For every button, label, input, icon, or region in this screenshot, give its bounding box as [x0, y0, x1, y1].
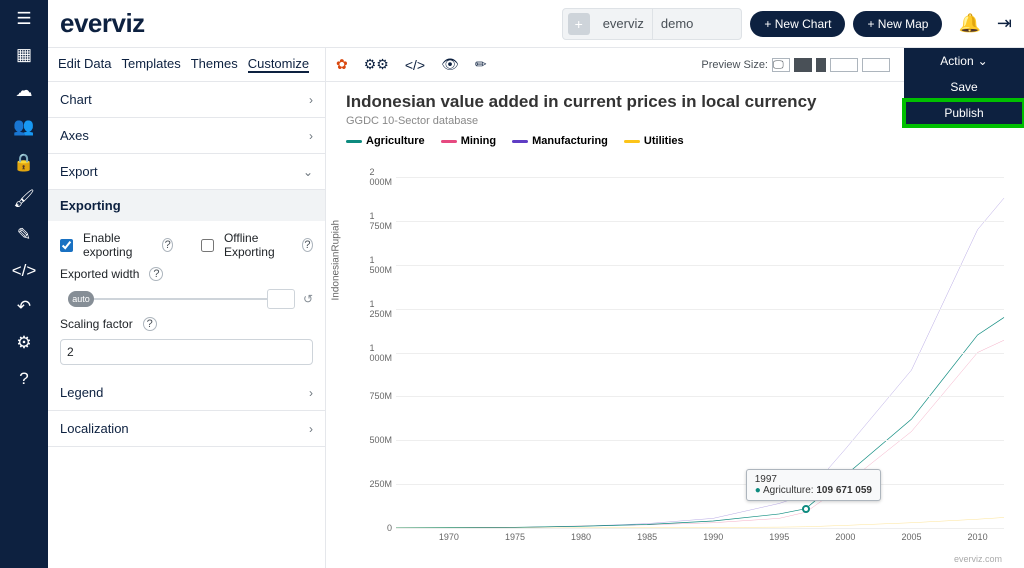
eye-icon[interactable]: 👁 — [441, 56, 459, 73]
chart-area: Indonesian value added in current prices… — [326, 82, 1024, 568]
acc-chart[interactable]: Chart› — [48, 82, 325, 118]
edit-icon[interactable]: ✎ — [13, 224, 35, 246]
offline-exporting-label: Offline Exporting — [224, 231, 292, 259]
tag-a: everviz — [595, 16, 652, 31]
help-icon[interactable]: ? — [13, 368, 35, 390]
chart-tooltip: 1997● Agriculture: 109 671 059 — [746, 469, 881, 501]
enable-exporting-checkbox[interactable] — [60, 239, 73, 252]
data-point-marker — [802, 505, 810, 513]
chevron-down-icon: ⌄ — [303, 165, 313, 179]
sliders-icon[interactable]: ⚙⚙ — [364, 56, 389, 73]
undo-icon[interactable]: ↶ — [13, 296, 35, 318]
action-save[interactable]: Save — [904, 74, 1024, 100]
logo: everviz — [60, 8, 145, 39]
chevron-right-icon: › — [309, 93, 313, 107]
chevron-right-icon: › — [309, 129, 313, 143]
action-menu-toggle[interactable]: Action ⌄ — [904, 48, 1024, 74]
legend-item[interactable]: Utilities — [624, 135, 684, 147]
preview-size-1[interactable] — [794, 58, 812, 72]
action-publish[interactable]: Publish — [904, 100, 1024, 126]
enable-exporting-label: Enable exporting — [83, 231, 152, 259]
exported-width-label: Exported width — [60, 267, 139, 281]
legend-item[interactable]: Mining — [441, 135, 496, 147]
gear-icon[interactable]: ⚙ — [13, 332, 35, 354]
tag-input[interactable]: + everviz demo — [562, 8, 743, 40]
tab-customize[interactable]: Customize — [248, 56, 309, 73]
chevron-right-icon: › — [309, 422, 313, 436]
gear-icon[interactable]: ✿ — [336, 56, 348, 73]
preview-desktop-icon[interactable]: 🖵 — [772, 58, 790, 72]
undo-icon[interactable]: ↺ — [303, 292, 313, 306]
offline-exporting-checkbox[interactable] — [201, 239, 214, 252]
legend-item[interactable]: Agriculture — [346, 135, 425, 147]
tag-b: demo — [653, 16, 702, 31]
slider-handle[interactable]: auto — [68, 291, 94, 307]
hamburger-icon[interactable]: ☰ — [13, 8, 35, 30]
acc-localization[interactable]: Localization› — [48, 411, 325, 447]
pen-icon[interactable]: ✏ — [475, 56, 487, 73]
chart-legend: Agriculture Mining Manufacturing Utilities — [346, 135, 1004, 147]
bell-icon[interactable]: 🔔 — [958, 13, 980, 34]
logout-icon[interactable]: ⇥ — [997, 13, 1012, 34]
topbar: everviz + everviz demo + New Chart + New… — [48, 0, 1024, 48]
scaling-factor-input[interactable]: 2 — [60, 339, 313, 365]
new-map-button[interactable]: + New Map — [853, 11, 942, 37]
tab-edit-data[interactable]: Edit Data — [58, 56, 111, 73]
help-icon[interactable]: ? — [143, 317, 157, 331]
plot-area[interactable]: 0250M500M750M1 000M1 250M1 500M1 750M2 0… — [396, 177, 1004, 528]
action-menu: Action ⌄ Save Publish — [904, 48, 1024, 126]
code-icon[interactable]: </> — [13, 260, 35, 282]
iconbar: ☰ ▦ ☁ 👥 🔒 🖌 ✎ </> ↶ ⚙ ? — [0, 0, 48, 568]
help-icon[interactable]: ? — [149, 267, 163, 281]
brush-icon[interactable]: 🖌 — [13, 188, 35, 210]
subhead-exporting: Exporting — [48, 190, 325, 221]
acc-axes[interactable]: Axes› — [48, 118, 325, 154]
legend-item[interactable]: Manufacturing — [512, 135, 608, 147]
preview-size-2[interactable] — [816, 58, 826, 72]
chevron-right-icon: › — [309, 386, 313, 400]
chart-icon[interactable]: ▦ — [13, 44, 35, 66]
acc-legend[interactable]: Legend› — [48, 375, 325, 411]
lock-icon[interactable]: 🔒 — [13, 152, 35, 174]
code-icon[interactable]: </> — [405, 57, 425, 73]
scaling-factor-label: Scaling factor — [60, 317, 133, 331]
add-tag-icon[interactable]: + — [568, 13, 590, 35]
chart-credit: everviz.com — [954, 554, 1002, 564]
new-chart-button[interactable]: + New Chart — [750, 11, 845, 37]
users-icon[interactable]: 👥 — [13, 116, 35, 138]
help-icon[interactable]: ? — [302, 238, 313, 252]
exported-width-slider[interactable]: auto ↺ — [60, 289, 313, 309]
tab-themes[interactable]: Themes — [191, 56, 238, 73]
chart-canvas: ✿ ⚙⚙ </> 👁 ✏ Preview Size: 🖵 Action ⌄ Sa… — [326, 48, 1024, 568]
y-axis-label: IndonesianRupiah — [331, 220, 342, 301]
preview-size-4[interactable] — [862, 58, 890, 72]
tab-templates[interactable]: Templates — [121, 56, 180, 73]
help-icon[interactable]: ? — [162, 238, 173, 252]
width-number-input[interactable] — [267, 289, 295, 309]
chevron-down-icon: ⌄ — [978, 54, 988, 68]
chart-toolbar: ✿ ⚙⚙ </> 👁 ✏ Preview Size: 🖵 Action ⌄ Sa… — [326, 48, 1024, 82]
side-panel: Edit Data Templates Themes Customize Cha… — [48, 48, 326, 568]
acc-export[interactable]: Export⌄ — [48, 154, 325, 190]
panel-tabs: Edit Data Templates Themes Customize — [48, 48, 325, 82]
preview-size-3[interactable] — [830, 58, 858, 72]
cloud-icon[interactable]: ☁ — [13, 80, 35, 102]
